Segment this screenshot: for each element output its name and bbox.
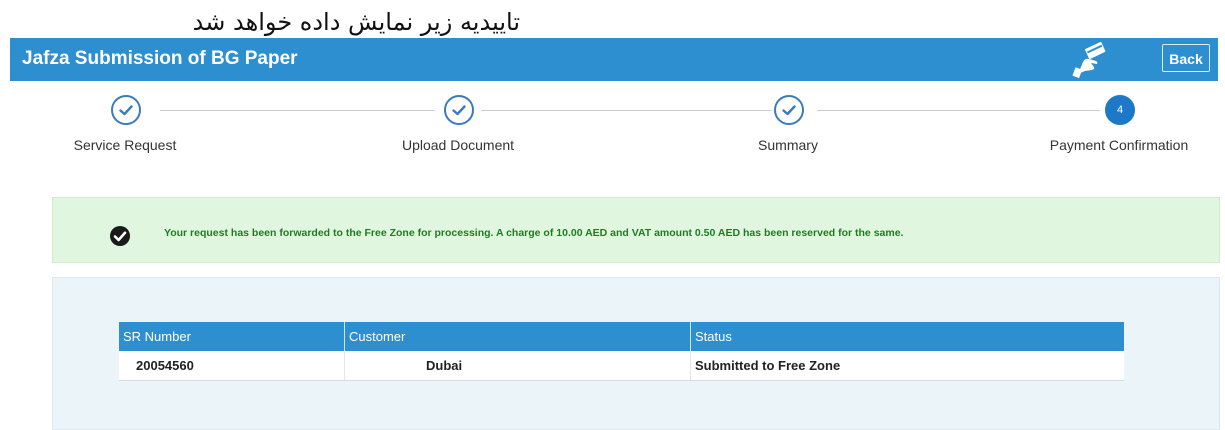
status-cell: Submitted to Free Zone <box>690 351 1124 381</box>
progress-stepper: Service Request Upload Document Summary … <box>0 95 1225 165</box>
hand-card-icon <box>1070 40 1110 80</box>
sr-table: SR Number Customer Status 20054560 Dubai… <box>119 322 1124 381</box>
check-icon <box>444 95 474 125</box>
step-label: Payment Confirmation <box>1049 137 1189 153</box>
step-label: Summary <box>758 137 818 153</box>
step-label: Upload Document <box>401 137 515 153</box>
table-header-row: SR Number Customer Status <box>119 322 1124 351</box>
result-panel: SR Number Customer Status 20054560 Dubai… <box>52 277 1220 430</box>
app-title: Jafza Submission of BG Paper <box>22 48 298 69</box>
check-icon <box>111 95 141 125</box>
column-header: Customer <box>344 322 691 351</box>
alert-message: Your request has been forwarded to the F… <box>164 227 904 239</box>
customer-cell: Dubai <box>344 351 691 381</box>
step-connector <box>481 110 772 111</box>
page-caption: تاییدیه زیر نمایش داده خواهد شد <box>192 8 520 36</box>
success-alert: Your request has been forwarded to the F… <box>52 197 1220 263</box>
check-icon <box>774 95 804 125</box>
step-label: Service Request <box>73 137 177 153</box>
step-connector <box>817 110 1100 111</box>
sr-number-cell: 20054560 <box>119 351 345 381</box>
title-bar: Jafza Submission of BG Paper Back <box>10 38 1218 81</box>
step-number: 4 <box>1105 95 1135 125</box>
table-row[interactable]: 20054560 Dubai Submitted to Free Zone <box>119 351 1124 381</box>
step-connector <box>160 110 435 111</box>
check-circle-icon <box>109 225 131 247</box>
back-button[interactable]: Back <box>1162 44 1210 72</box>
column-header: Status <box>690 322 1124 351</box>
column-header: SR Number <box>119 322 345 351</box>
